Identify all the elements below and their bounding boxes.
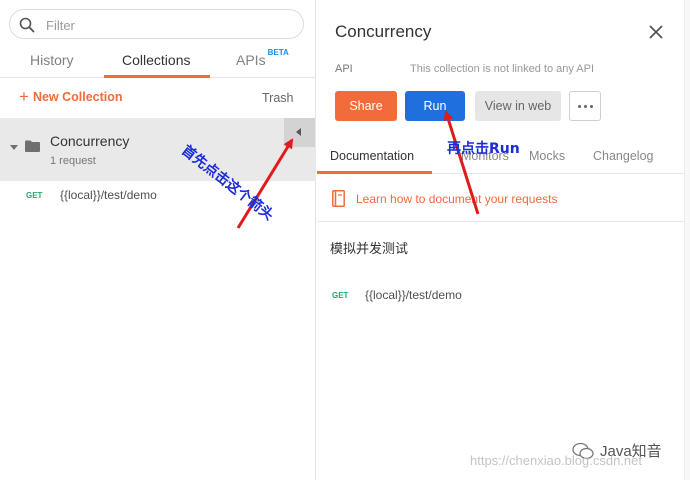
scroll-edge — [684, 0, 690, 480]
search-input[interactable] — [46, 16, 286, 34]
view-in-web-button[interactable]: View in web — [475, 91, 561, 121]
new-collection-label: New Collection — [32, 90, 123, 104]
sidebar-tabs: History Collections APIs BETA — [0, 44, 316, 78]
close-icon[interactable] — [648, 24, 664, 40]
tab-history[interactable]: History — [30, 52, 74, 68]
new-collection-button[interactable]: + New Collection — [19, 87, 123, 106]
annotation-text-second: 再点击Run — [447, 141, 520, 157]
tab-changelog[interactable]: Changelog — [593, 149, 653, 163]
doc-request-url[interactable]: {{local}}/test/demo — [365, 288, 462, 302]
collection-item[interactable]: Concurrency 1 request — [0, 118, 316, 181]
api-label: API — [335, 63, 353, 75]
tab-collections[interactable]: Collections — [122, 52, 190, 68]
active-tab-indicator — [104, 75, 210, 78]
doc-method-badge: GET — [332, 291, 349, 300]
watermark-url: https://chenxiao.blog.csdn.net — [470, 453, 643, 468]
panel-title: Concurrency — [335, 22, 432, 41]
tab-documentation[interactable]: Documentation — [330, 149, 414, 163]
sidebar-toolbar: + New Collection Trash — [0, 86, 316, 114]
collection-description: 模拟并发测试 — [330, 241, 409, 256]
tab-apis-label: APIs — [236, 52, 266, 68]
share-button[interactable]: Share — [335, 91, 397, 121]
request-url: {{local}}/test/demo — [60, 188, 157, 202]
more-options-button[interactable] — [569, 91, 601, 121]
tab-apis[interactable]: APIs BETA — [236, 48, 289, 68]
plus-icon: + — [19, 87, 29, 106]
api-link-note: This collection is not linked to any API — [410, 63, 595, 75]
ellipsis-icon — [577, 104, 593, 108]
collection-details-panel: Concurrency API This collection is not l… — [317, 0, 684, 480]
folder-icon — [25, 140, 40, 152]
collection-request-count: 1 request — [50, 155, 96, 167]
run-button[interactable]: Run — [405, 91, 465, 121]
trash-button[interactable]: Trash — [262, 91, 294, 105]
method-badge: GET — [26, 191, 43, 200]
expand-collection-button[interactable] — [284, 118, 315, 147]
search-icon — [19, 17, 35, 33]
document-icon — [332, 190, 345, 207]
learn-docs-link[interactable]: Learn how to document your requests — [356, 192, 557, 206]
beta-badge: BETA — [267, 48, 289, 58]
learn-docs-row: Learn how to document your requests — [317, 176, 684, 222]
search-box[interactable] — [9, 9, 304, 39]
tab-mocks[interactable]: Mocks — [529, 149, 565, 163]
collection-name: Concurrency — [50, 133, 130, 149]
active-panel-tab-indicator — [317, 171, 432, 174]
sidebar: History Collections APIsBETA + New Colle… — [0, 0, 316, 480]
chevron-left-icon — [296, 128, 301, 136]
caret-down-icon[interactable] — [10, 145, 18, 150]
